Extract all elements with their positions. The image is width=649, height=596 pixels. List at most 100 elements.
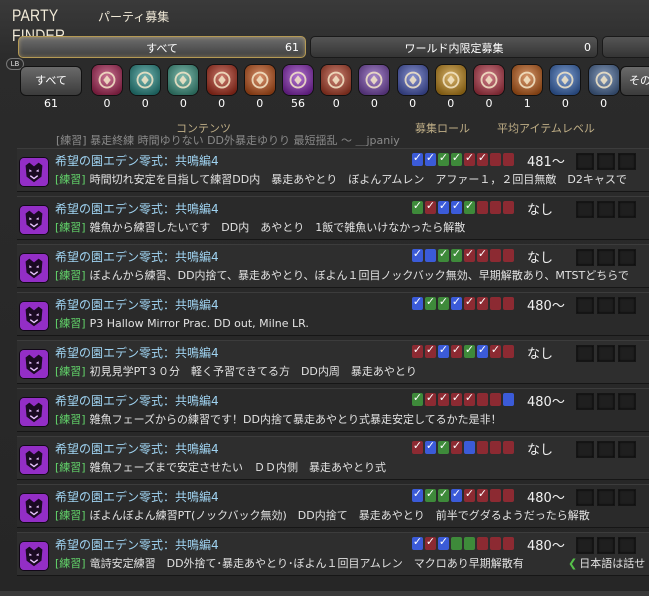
category-other-button[interactable]: その <box>620 66 649 96</box>
category-all-button[interactable]: すべて <box>20 66 82 96</box>
dps-slot <box>490 393 501 406</box>
status-boxes <box>576 201 636 218</box>
dps-slot <box>412 343 423 358</box>
listing-list[interactable]: [練習] 暴走終練 時間ゆりない DD外暴走ゆりり 最短揺乱 ～ ＿jpaniy… <box>0 134 649 596</box>
description-text: 竜詩安定練習 DD外捨て･暴走あやとり･ぼよん１回目アムレン マクロあり早期解散… <box>89 557 524 570</box>
duty-name: 希望の園エデン零式：共鳴編4 <box>55 394 219 408</box>
status-box <box>597 201 615 218</box>
status-box <box>576 345 594 362</box>
dps-slot <box>490 249 501 262</box>
status-box <box>618 537 636 554</box>
tank-slot <box>438 343 449 358</box>
chat-icon: ❮ <box>568 557 578 570</box>
high-end-duty-icon <box>19 253 49 283</box>
healer-slot <box>438 295 449 310</box>
duty-name: 希望の園エデン零式：共鳴編4 <box>55 346 219 360</box>
high-end-duty-icon[interactable] <box>282 64 314 96</box>
listing-description: [練習] 雑魚フェーズからの練習です！DD内捨て暴走あやとり式暴走安定してるかた是… <box>55 411 502 427</box>
window-bottom-edge <box>0 591 649 596</box>
high-end-duty-icon <box>19 205 49 235</box>
category-tag: [練習] <box>55 173 86 186</box>
listing-row[interactable]: 希望の園エデン零式：共鳴編4 [練習] P3 Hallow Mirror Prac.… <box>17 292 649 336</box>
variant-dungeon-icon[interactable] <box>549 64 582 96</box>
pvp-icon[interactable] <box>320 64 353 96</box>
role-slots <box>412 199 514 214</box>
tank-slot <box>464 441 475 454</box>
listing-row[interactable]: 希望の園エデン零式：共鳴編4 [練習] 雑魚フェーズからの練習です！DD内捨て暴走あ… <box>17 388 649 432</box>
listing-row[interactable]: 希望の園エデン零式：共鳴編4 [練習] 雑魚フェーズまで安定させたい ＤＤ内側 暴走… <box>17 436 649 480</box>
dps-slot <box>464 247 475 262</box>
field-operations-icon[interactable] <box>511 64 544 96</box>
dps-slot <box>503 345 514 358</box>
role-slots <box>412 151 514 166</box>
raid-icon[interactable] <box>243 64 276 96</box>
healer-slot <box>438 487 449 502</box>
dungeon-icon[interactable] <box>129 64 162 96</box>
average-item-level: 481～ <box>527 155 565 170</box>
dps-slot <box>477 201 488 214</box>
duty-name: 希望の園エデン零式：共鳴編4 <box>55 154 219 168</box>
previous-row-description: [練習] 暴走終練 時間ゆりない DD外暴走ゆりり 最短揺乱 ～ ＿jpaniy <box>56 134 400 147</box>
dps-slot <box>451 391 462 406</box>
listing-row[interactable]: 希望の園エデン零式：共鳴編4 [練習] ぼよんぼよん練習PT(ノックバック無効) D… <box>17 484 649 528</box>
tank-slot <box>425 439 436 454</box>
tab-extra[interactable] <box>602 36 649 58</box>
roulette-icon[interactable] <box>91 64 123 96</box>
tank-slot <box>477 343 488 358</box>
listing-row[interactable]: 希望の園エデン零式：共鳴編4 [練習] 時間切れ安定を目指して練習DD内 暴走あやと… <box>17 148 649 192</box>
fate-icon[interactable] <box>473 64 505 96</box>
guildhest-icon[interactable] <box>167 64 200 96</box>
duty-name: 希望の園エデン零式：共鳴編4 <box>55 538 219 552</box>
status-box <box>618 441 636 458</box>
high-end-duty-icon <box>19 541 49 571</box>
description-text: 雑魚から練習したいです DD内 あやとり 1飯で雑魚いけなかったら解散 <box>89 221 466 234</box>
category-tag: [練習] <box>55 269 86 282</box>
deep-dungeon-icon[interactable] <box>396 64 429 96</box>
tab-all[interactable]: すべて 61 <box>18 36 306 58</box>
tank-slot <box>412 151 423 166</box>
listing-row[interactable]: 希望の園エデン零式：共鳴編4 [練習] 初見見学PT３０分 軽く予習できてる方 DD… <box>17 340 649 384</box>
tank-slot <box>438 199 449 214</box>
category-count: 0 <box>332 97 340 110</box>
tank-slot <box>412 487 423 502</box>
category-count: 0 <box>256 97 264 110</box>
listing-description: [練習] ぼよんぼよん練習PT(ノックバック無効) DD内捨て 暴走あやとり 前半… <box>55 507 590 523</box>
tab-world-only-label: ワールド内限定募集 <box>404 42 504 55</box>
duty-name: 希望の園エデン零式：共鳴編4 <box>55 298 219 312</box>
status-boxes <box>576 249 636 266</box>
tab-world-only[interactable]: ワールド内限定募集 0 <box>310 36 598 58</box>
healer-slot <box>438 247 449 262</box>
dps-slot <box>451 343 462 358</box>
tank-slot <box>503 393 514 406</box>
average-item-level: なし <box>527 203 554 218</box>
role-slots <box>412 487 514 502</box>
window-subtitle: パーティ募集 <box>98 10 170 24</box>
dps-slot <box>503 537 514 550</box>
dps-slot <box>490 201 501 214</box>
status-box <box>576 441 594 458</box>
status-box <box>618 153 636 170</box>
status-boxes <box>576 153 636 170</box>
healer-slot <box>425 487 436 502</box>
listing-row[interactable]: 希望の園エデン零式：共鳴編4 [練習] ぼよんから練習、DD内捨て、暴走あやとり、ぼ… <box>17 244 649 288</box>
treasure-hunt-icon[interactable] <box>434 64 467 96</box>
category-tag: [練習] <box>55 509 86 522</box>
dps-slot <box>438 391 449 406</box>
gold-saucer-icon[interactable] <box>358 64 391 96</box>
status-box <box>618 489 636 506</box>
healer-slot <box>464 199 475 214</box>
category-count: 0 <box>218 97 226 110</box>
status-box <box>597 297 615 314</box>
status-box <box>597 537 615 554</box>
listing-description: [練習] 竜詩安定練習 DD外捨て･暴走あやとり･ぼよん１回目アムレン マクロあり… <box>55 555 524 571</box>
category-tag: [練習] <box>55 557 86 570</box>
status-box <box>618 297 636 314</box>
listing-row[interactable]: 希望の園エデン零式：共鳴編4 [練習] 竜詩安定練習 DD外捨て･暴走あやとり･ぼよ… <box>17 532 649 576</box>
listing-row[interactable]: 希望の園エデン零式：共鳴編4 [練習] 雑魚から練習したいです DD内 あやとり 1… <box>17 196 649 240</box>
dps-slot <box>503 297 514 310</box>
the-hunt-icon[interactable] <box>587 64 620 96</box>
description-text: 初見見学PT３０分 軽く予習できてる方 DD内周 暴走あやとり <box>89 365 417 378</box>
healer-slot <box>451 537 462 550</box>
healer-slot <box>464 537 475 550</box>
trial-icon[interactable] <box>205 64 238 96</box>
